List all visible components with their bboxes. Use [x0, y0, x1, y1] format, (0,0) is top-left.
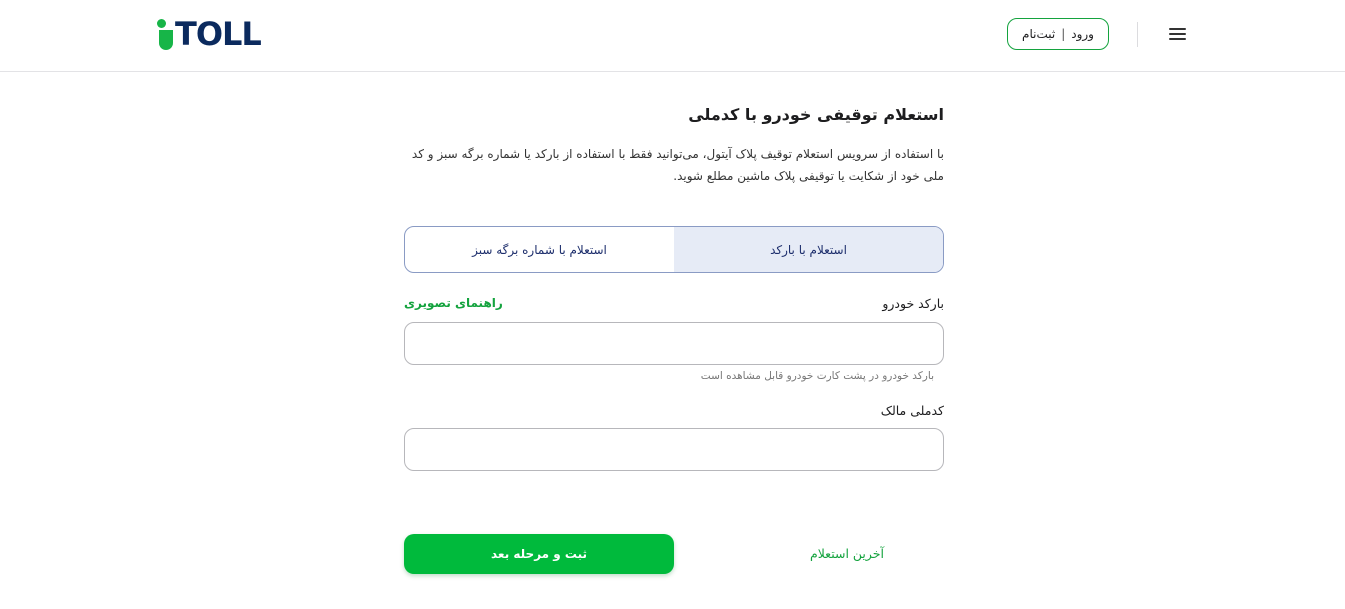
- register-label: ثبت‌نام: [1022, 27, 1056, 41]
- submit-next-button[interactable]: ثبت و مرحله بعد: [404, 534, 674, 574]
- inquiry-type-tabs: استعلام با بارکد استعلام با شماره برگه س…: [404, 226, 944, 273]
- national-code-input[interactable]: [404, 428, 944, 471]
- logo-text: TOLL: [175, 15, 262, 53]
- tab-green-sheet[interactable]: استعلام با شماره برگه سبز: [405, 227, 674, 272]
- login-separator: |: [1061, 27, 1066, 41]
- login-register-button[interactable]: ورود | ثبت‌نام: [1007, 18, 1109, 50]
- logo-i-mark-icon: [157, 17, 175, 51]
- page-title: استعلام توقیفی خودرو با کدملی: [688, 105, 944, 124]
- hamburger-menu-icon[interactable]: [1168, 26, 1188, 42]
- itoll-logo[interactable]: TOLL: [157, 15, 262, 53]
- barcode-input[interactable]: [404, 322, 944, 365]
- tab-barcode[interactable]: استعلام با بارکد: [674, 227, 943, 272]
- national-code-label: کدملی مالک: [880, 403, 944, 418]
- last-inquiry-link[interactable]: آخرین استعلام: [700, 546, 944, 561]
- login-label: ورود: [1071, 27, 1094, 41]
- barcode-label: بارکد خودرو: [882, 296, 944, 311]
- page-description: با استفاده از سرویس استعلام توقیف پلاک آ…: [411, 147, 944, 183]
- intro-section: استعلام توقیفی خودرو با کدملی با استفاده…: [404, 100, 944, 187]
- visual-guide-link[interactable]: راهنمای تصویری: [404, 296, 503, 310]
- header-divider: [1137, 22, 1138, 47]
- site-header: TOLL ورود | ثبت‌نام: [0, 0, 1345, 72]
- barcode-hint: بارکد خودرو در پشت کارت خودرو قابل مشاهد…: [700, 370, 934, 382]
